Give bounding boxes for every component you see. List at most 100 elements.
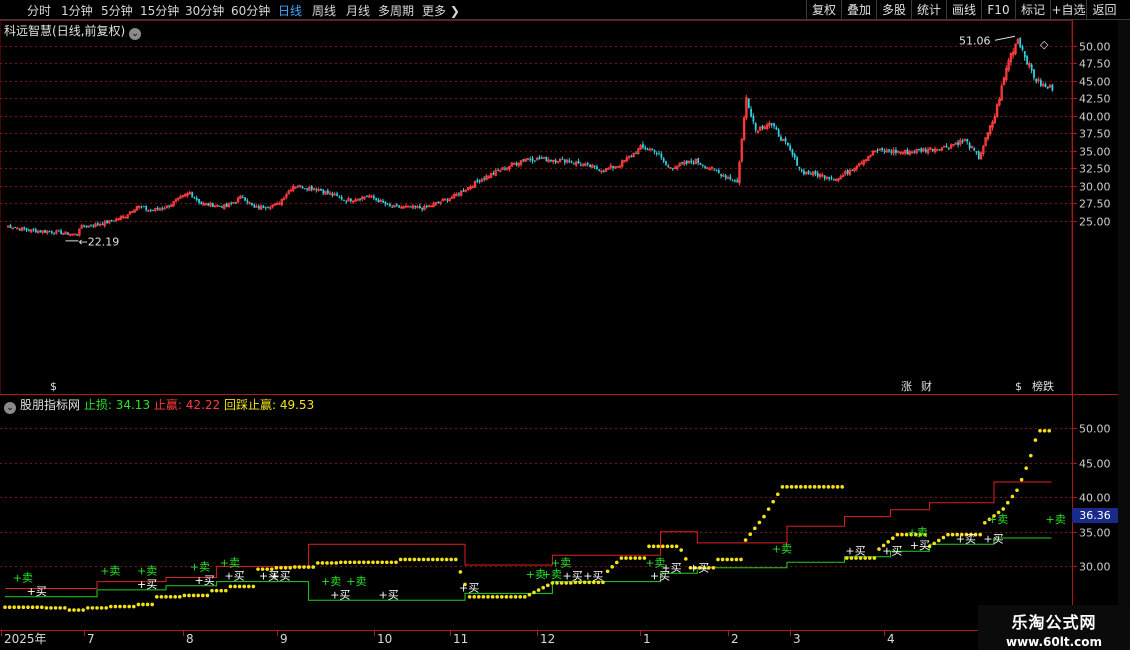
candle-body-down xyxy=(699,162,702,165)
buy-signal: +买 xyxy=(27,585,47,598)
candle-body-down xyxy=(1044,83,1047,87)
candle-body-down xyxy=(1046,86,1049,89)
pullback-dot xyxy=(403,557,408,562)
candle-body-down xyxy=(573,163,575,165)
sell-signal: +卖 xyxy=(190,561,210,574)
price-tick-label: 40.00 xyxy=(1079,111,1111,124)
candle-body-down xyxy=(57,230,60,232)
pullback-dot xyxy=(776,492,780,497)
pullback-dot xyxy=(132,604,136,609)
pullback-dot xyxy=(546,583,550,588)
pullback-dot xyxy=(182,593,187,598)
pullback-dot xyxy=(81,608,85,612)
pullback-dot xyxy=(872,556,877,560)
pullback-dot xyxy=(785,485,789,489)
candle-body-down xyxy=(48,230,51,232)
sell-signal: +卖 xyxy=(908,526,928,539)
pullback-dot xyxy=(495,595,500,599)
pullback-dot xyxy=(316,561,320,565)
candle-body-down xyxy=(948,147,950,149)
pullback-dot xyxy=(932,541,936,546)
pullback-dot xyxy=(730,557,734,562)
pullback-dot xyxy=(711,565,716,570)
pullback-dot xyxy=(168,595,173,599)
candle-body-down xyxy=(596,166,598,169)
pullback-dot xyxy=(3,605,7,610)
candle-body-down xyxy=(198,198,200,203)
month-label: 12 xyxy=(540,632,555,646)
candle-body-down xyxy=(883,150,886,152)
pullback-dot xyxy=(449,557,454,562)
buy-signal: +买 xyxy=(910,539,930,552)
candle-body-down xyxy=(770,123,773,125)
pullback-dot xyxy=(1029,453,1033,458)
pullback-dot xyxy=(509,595,513,599)
candle-body-down xyxy=(662,158,665,162)
candle-body-down xyxy=(345,201,348,203)
candle-body-down xyxy=(793,154,796,158)
pullback-dot xyxy=(684,557,688,561)
month-label: 3 xyxy=(793,632,801,646)
pullback-dot xyxy=(17,605,21,610)
pullback-dot xyxy=(1019,477,1024,482)
pullback-dot xyxy=(513,595,518,599)
pullback-dot xyxy=(136,602,141,607)
stock-chart[interactable]: +买+买 +买 +买 +买+买+买 +买+买+买 +买 +买+买 +买+买 +买 +买+买 +买+卖… xyxy=(0,0,1130,650)
candle-body-down xyxy=(685,160,688,164)
pullback-dot xyxy=(12,605,16,610)
candle-body-down xyxy=(221,206,223,208)
candle-body-down xyxy=(570,161,573,163)
pullback-dot xyxy=(141,602,145,607)
candle-body-down xyxy=(690,160,693,163)
pullback-dot xyxy=(748,532,752,537)
pullback-dot xyxy=(1006,500,1010,505)
pullback-dot xyxy=(868,556,872,560)
candle-body-down xyxy=(9,225,12,228)
sell-signal: +卖 xyxy=(220,556,240,569)
candle-body-down xyxy=(833,178,835,180)
pullback-dot xyxy=(1047,428,1051,433)
candle-body-down xyxy=(975,151,978,153)
pullback-dot xyxy=(900,532,904,537)
candle-body-down xyxy=(881,147,884,151)
pullback-dot xyxy=(30,605,35,610)
pullback-dot xyxy=(72,608,76,612)
price-pane-frame xyxy=(0,20,1073,395)
pullback-dot xyxy=(739,557,743,562)
pullback-dot xyxy=(178,595,182,599)
candle-body-down xyxy=(152,209,154,211)
event-marker: 涨 xyxy=(901,380,912,393)
pullback-dot xyxy=(352,560,357,565)
pullback-dot xyxy=(812,485,817,489)
candle-body-down xyxy=(784,138,787,142)
candle-body-down xyxy=(754,122,757,130)
pullback-dot xyxy=(831,485,835,489)
event-marker: $ xyxy=(1015,380,1022,393)
pullback-dot xyxy=(86,606,90,610)
buy-signal: +买 xyxy=(224,570,244,583)
pullback-dot xyxy=(978,532,982,537)
pullback-dot xyxy=(605,569,610,574)
candle-body-down xyxy=(149,210,152,212)
pullback-dot xyxy=(44,606,49,610)
pullback-dot xyxy=(228,584,233,589)
candle-body-down xyxy=(462,190,465,192)
candle-body-down xyxy=(681,162,683,164)
candle-body-down xyxy=(85,226,88,228)
pullback-dot xyxy=(771,499,775,504)
candle-body-down xyxy=(297,186,299,188)
candle-body-down xyxy=(336,193,338,196)
pullback-dot xyxy=(205,593,210,598)
sell-signal: +卖 xyxy=(551,556,571,569)
candle-body-down xyxy=(692,162,695,164)
pullback-dot xyxy=(536,588,541,592)
candle-body-down xyxy=(396,204,398,206)
pullback-dot xyxy=(219,588,223,593)
pullback-dot xyxy=(385,560,389,565)
candle-body-down xyxy=(156,207,159,210)
pullback-dot xyxy=(716,557,720,562)
candle-body-down xyxy=(791,149,794,156)
pullback-dot xyxy=(656,544,660,549)
pullback-dot xyxy=(155,595,159,599)
pullback-dot xyxy=(527,592,532,597)
